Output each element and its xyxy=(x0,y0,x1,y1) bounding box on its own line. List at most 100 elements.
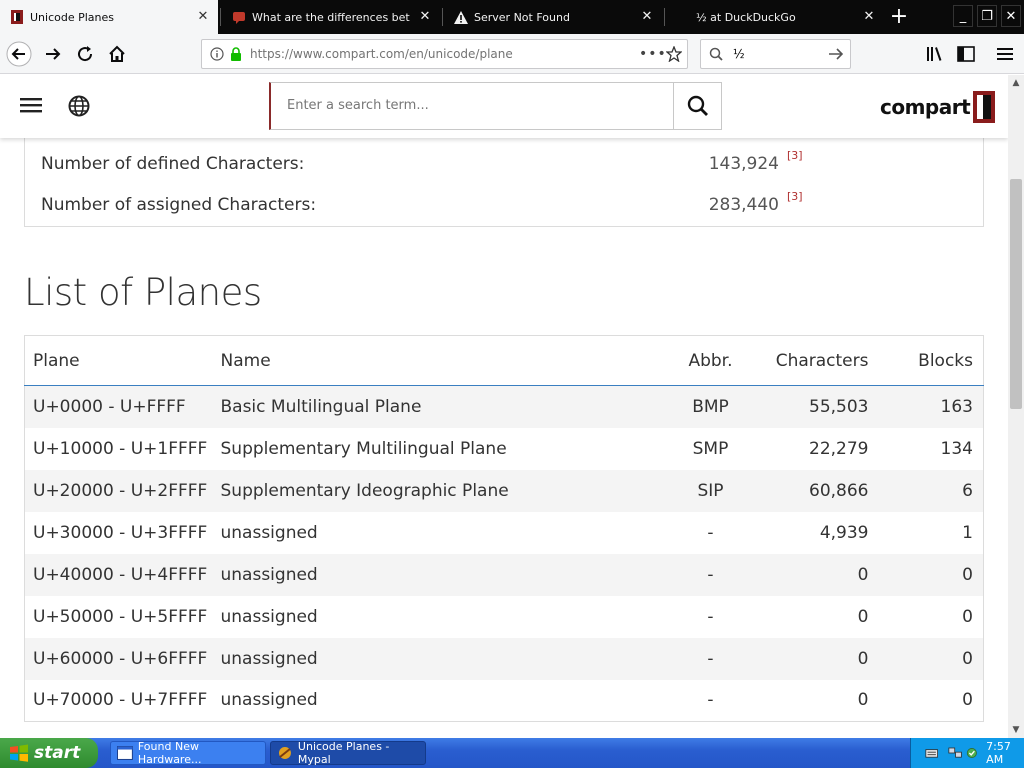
reload-button[interactable] xyxy=(70,39,100,69)
table-row: U+70000 - U+7FFFF unassigned - 0 0 xyxy=(25,680,984,722)
cell-name[interactable]: unassigned xyxy=(221,512,671,554)
character-stats-box: Number of defined Characters: 143,924 [3… xyxy=(24,125,984,227)
cell-name[interactable]: unassigned xyxy=(220,637,671,680)
network-tray-icon[interactable] xyxy=(948,745,963,761)
clock[interactable]: 7:57 AM xyxy=(986,740,1024,766)
column-header-blocks[interactable]: Blocks xyxy=(868,335,984,386)
cell-characters: 60,866 xyxy=(750,469,869,512)
hardware-window-icon xyxy=(117,746,133,760)
back-button[interactable] xyxy=(4,39,34,69)
column-header-plane[interactable]: Plane xyxy=(24,335,221,386)
close-tab-icon[interactable]: ✕ xyxy=(640,10,654,24)
site-header: Enter a search term... compart xyxy=(0,75,1008,138)
tab-duckduckgo[interactable]: ½ at DuckDuckGo ✕ xyxy=(666,0,884,34)
windows-logo-icon xyxy=(10,744,28,762)
cell-abbr: - xyxy=(707,522,714,543)
close-tab-icon[interactable]: ✕ xyxy=(196,10,210,24)
tab-title: Unicode Planes xyxy=(30,10,115,24)
cell-plane: U+10000 - U+1FFFF xyxy=(33,438,208,459)
cell-abbr: - xyxy=(670,553,751,596)
footnote-link[interactable]: [3] xyxy=(787,190,803,203)
stat-row-assigned: Number of assigned Characters: 283,440 [… xyxy=(41,185,971,225)
cell-abbr: - xyxy=(707,690,714,711)
back-arrow-icon xyxy=(6,41,32,67)
cell-name[interactable]: Basic Multilingual Plane xyxy=(220,385,671,428)
column-header-name[interactable]: Name xyxy=(220,335,671,386)
cell-name[interactable]: unassigned xyxy=(221,680,671,722)
home-button[interactable] xyxy=(102,39,132,69)
sidebar-button[interactable] xyxy=(951,39,981,69)
tab-separator xyxy=(664,8,665,26)
table-row: U+30000 - U+3FFFF unassigned - 4,939 1 xyxy=(25,512,984,554)
tab-unicode-planes[interactable]: Unicode Planes ✕ xyxy=(0,0,218,34)
blank-favicon-icon xyxy=(676,10,690,24)
forward-arrow-icon xyxy=(46,48,61,60)
cell-name[interactable]: Supplementary Multilingual Plane xyxy=(221,428,671,470)
section-heading: List of Planes xyxy=(24,271,262,314)
page-scrollbar[interactable]: ▲ ▼ xyxy=(1008,75,1024,738)
hamburger-menu-icon xyxy=(997,48,1013,60)
cell-characters: 0 xyxy=(857,606,869,627)
library-button[interactable] xyxy=(920,39,950,69)
cell-blocks: 0 xyxy=(868,637,984,680)
taskbar-item-new-hardware[interactable]: Found New Hardware... xyxy=(110,740,266,766)
cell-characters: 0 xyxy=(750,553,869,596)
site-menu-icon[interactable] xyxy=(20,96,42,118)
new-tab-button[interactable]: + xyxy=(884,2,914,32)
footnote-link[interactable]: [3] xyxy=(787,149,803,162)
tab-differences[interactable]: What are the differences betwee ✕ xyxy=(222,0,440,34)
column-header-characters[interactable]: Characters xyxy=(750,335,869,386)
site-search-input[interactable]: Enter a search term... xyxy=(271,83,673,129)
page-actions-icon[interactable]: ••• xyxy=(639,46,666,62)
tab-server-not-found[interactable]: Server Not Found ✕ xyxy=(444,0,662,34)
cell-name[interactable]: Supplementary Ideographic Plane xyxy=(220,469,671,512)
mypal-browser-icon xyxy=(278,747,291,759)
table-row: U+0000 - U+FFFF Basic Multilingual Plane… xyxy=(24,385,984,428)
table-row: U+20000 - U+2FFFF Supplementary Ideograp… xyxy=(24,469,984,512)
info-icon[interactable] xyxy=(210,47,224,61)
browser-search-box[interactable]: ½ xyxy=(700,39,851,69)
url-bar[interactable]: https://www.compart.com/en/unicode/plane… xyxy=(201,39,688,69)
site-search-button[interactable] xyxy=(673,83,721,129)
stat-row-defined: Number of defined Characters: 143,924 [3… xyxy=(41,144,971,184)
close-window-button[interactable]: ✕ xyxy=(1001,5,1021,27)
site-search-form: Enter a search term... xyxy=(269,82,722,130)
cell-plane: U+0000 - U+FFFF xyxy=(24,385,221,428)
scroll-thumb[interactable] xyxy=(1010,179,1022,409)
cell-plane: U+30000 - U+3FFFF xyxy=(33,522,208,543)
tab-title: Server Not Found xyxy=(474,10,570,24)
cell-characters: 4,939 xyxy=(819,522,869,543)
menu-button[interactable] xyxy=(990,39,1020,69)
windows-taskbar: start Found New Hardware... Unicode Plan… xyxy=(0,738,1024,768)
keyboard-tray-icon[interactable] xyxy=(925,746,938,760)
tab-title: ½ at DuckDuckGo xyxy=(696,10,796,24)
scroll-down-icon[interactable]: ▼ xyxy=(1008,722,1024,738)
taskbar-item-mypal[interactable]: Unicode Planes - Mypal xyxy=(270,740,426,766)
search-input[interactable]: ½ xyxy=(733,47,828,61)
cell-characters: 0 xyxy=(857,690,869,711)
forward-button[interactable] xyxy=(38,39,68,69)
cell-name[interactable]: unassigned xyxy=(221,596,671,638)
search-icon xyxy=(709,47,723,61)
stat-value: 283,440 xyxy=(708,195,779,215)
close-tab-icon[interactable]: ✕ xyxy=(418,10,432,24)
search-icon xyxy=(687,95,708,116)
maximize-button[interactable]: ❐ xyxy=(977,5,997,27)
bookmark-star-icon[interactable] xyxy=(661,46,687,62)
cell-plane: U+40000 - U+4FFFF xyxy=(24,553,221,596)
web-page: Enter a search term... compart Number of… xyxy=(0,75,1008,738)
library-icon xyxy=(927,47,942,61)
search-go-arrow-icon[interactable] xyxy=(828,47,844,61)
lock-icon[interactable] xyxy=(230,47,242,61)
compart-logo[interactable]: compart xyxy=(880,91,996,123)
close-tab-icon[interactable]: ✕ xyxy=(862,10,876,24)
cell-name[interactable]: unassigned xyxy=(220,553,671,596)
safely-remove-tray-icon[interactable] xyxy=(966,746,978,760)
cell-abbr: - xyxy=(707,606,714,627)
start-button[interactable]: start xyxy=(0,738,98,768)
start-label: start xyxy=(34,743,81,763)
column-header-abbr[interactable]: Abbr. xyxy=(670,335,751,386)
minimize-button[interactable]: _ xyxy=(953,5,973,27)
scroll-up-icon[interactable]: ▲ xyxy=(1008,75,1024,91)
globe-icon[interactable] xyxy=(68,95,90,121)
